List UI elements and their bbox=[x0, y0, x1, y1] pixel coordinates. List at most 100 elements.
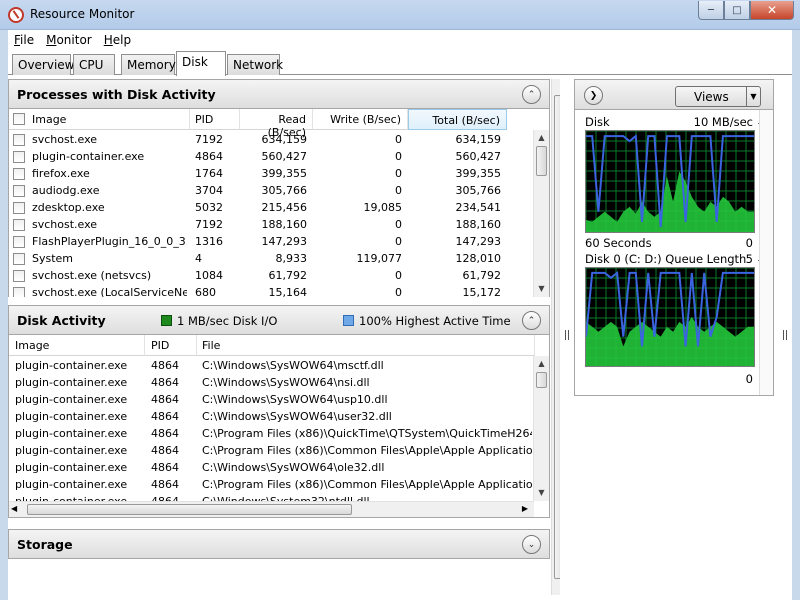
column-header-pid[interactable]: PID bbox=[190, 109, 240, 130]
row-checkbox[interactable] bbox=[13, 202, 25, 214]
table-cell: 305,766 bbox=[261, 184, 308, 197]
table-row[interactable]: svchost.exe (netsvcs) 1084 61,792 0 61,792 bbox=[9, 267, 536, 284]
row-checkbox[interactable] bbox=[13, 185, 25, 197]
pane-splitter[interactable] bbox=[560, 75, 574, 600]
table-cell: 61,792 bbox=[462, 269, 502, 282]
graph-io-fill bbox=[586, 317, 754, 366]
tab-cpu[interactable]: CPU bbox=[73, 54, 115, 75]
disk-activity-vscrollbar[interactable]: ▲ ▼ bbox=[533, 356, 549, 501]
tab-disk[interactable]: Disk bbox=[176, 51, 226, 76]
row-checkbox[interactable] bbox=[13, 253, 25, 265]
table-row[interactable]: svchost.exe (LocalServiceNet... 680 15,164… bbox=[9, 284, 536, 297]
table-cell: plugin-container.exe bbox=[15, 444, 128, 457]
table-row[interactable]: svchost.exe 7192 188,160 0 188,160 bbox=[9, 216, 536, 233]
scroll-up-arrow-icon[interactable]: ▲ bbox=[534, 130, 549, 146]
right-edge-splitter[interactable] bbox=[778, 75, 792, 600]
processes-section-title: Processes with Disk Activity bbox=[17, 87, 216, 102]
graphs-panel: ❯ Views ▼ Disk 10 MB/sec 60 Seconds 0 Di… bbox=[574, 79, 774, 396]
column-header-total[interactable]: Total (B/sec) bbox=[408, 109, 507, 130]
table-cell: 61,792 bbox=[268, 269, 308, 282]
table-cell: plugin-container.exe bbox=[15, 359, 128, 372]
minimize-button[interactable]: ─ bbox=[698, 1, 724, 20]
table-row[interactable]: plugin-container.exe 4864 C:\Program Files… bbox=[9, 476, 536, 493]
disk-activity-section-header[interactable]: Disk Activity 1 MB/sec Disk I/O 100% Hig… bbox=[8, 305, 550, 335]
table-row[interactable]: zdesktop.exe 5032 215,456 19,085 234,541 bbox=[9, 199, 536, 216]
table-cell: 4864 bbox=[195, 150, 223, 163]
table-cell: System bbox=[32, 252, 74, 265]
column-header-image[interactable]: Image bbox=[9, 109, 190, 130]
column-label: PID bbox=[151, 339, 170, 352]
chevron-up-icon: ⌃ bbox=[527, 315, 536, 326]
menu-help[interactable]: Help bbox=[104, 33, 131, 47]
table-cell: 0 bbox=[395, 150, 402, 163]
tab-label: CPU bbox=[79, 58, 104, 72]
table-row[interactable]: System 4 8,933 119,077 128,010 bbox=[9, 250, 536, 267]
column-header-write[interactable]: Write (B/sec) bbox=[313, 109, 408, 130]
table-row[interactable]: plugin-container.exe 4864 C:\Program Files… bbox=[9, 425, 536, 442]
table-row[interactable]: plugin-container.exe 4864 C:\Windows\SysWO… bbox=[9, 391, 536, 408]
views-button[interactable]: Views ▼ bbox=[675, 86, 761, 107]
maximize-button[interactable]: □ bbox=[724, 1, 750, 20]
collapse-processes-button[interactable]: ⌃ bbox=[522, 85, 541, 104]
expand-storage-button[interactable]: ⌄ bbox=[522, 535, 541, 554]
table-row[interactable]: plugin-container.exe 4864 560,427 0 560,427 bbox=[9, 148, 536, 165]
row-checkbox[interactable] bbox=[13, 134, 25, 146]
table-row[interactable]: plugin-container.exe 4864 C:\Windows\SysWO… bbox=[9, 357, 536, 374]
scroll-right-arrow-icon[interactable]: ▶ bbox=[522, 504, 528, 513]
scrollbar-thumb[interactable] bbox=[27, 504, 352, 515]
table-cell: plugin-container.exe bbox=[15, 393, 128, 406]
scrollbar-thumb[interactable] bbox=[536, 146, 547, 176]
row-checkbox[interactable] bbox=[13, 236, 25, 248]
table-row[interactable]: FlashPlayerPlugin_16_0_0_3... 1316 147,293… bbox=[9, 233, 536, 250]
dropdown-arrow-icon[interactable]: ▼ bbox=[746, 87, 760, 106]
table-cell: 4864 bbox=[151, 410, 179, 423]
menu-bar: File Monitor Help bbox=[8, 30, 792, 50]
menu-monitor[interactable]: Monitor bbox=[46, 33, 92, 47]
splitter-grip-icon bbox=[565, 330, 569, 340]
row-checkbox[interactable] bbox=[13, 287, 25, 297]
toggle-graphs-button[interactable]: ❯ bbox=[584, 86, 603, 105]
table-cell: C:\Program Files (x86)\Common Files\Appl… bbox=[202, 478, 532, 491]
scroll-left-arrow-icon[interactable]: ◀ bbox=[11, 504, 17, 513]
table-cell: zdesktop.exe bbox=[32, 201, 105, 214]
disk-graph-timespan: 60 Seconds bbox=[585, 236, 652, 250]
table-cell: 7192 bbox=[195, 218, 223, 231]
disk-activity-hscrollbar[interactable]: ◀ ▶ bbox=[9, 501, 534, 517]
row-checkbox[interactable] bbox=[13, 168, 25, 180]
scroll-down-arrow-icon[interactable]: ▼ bbox=[534, 281, 549, 297]
processes-scrollbar[interactable]: ▲ ▼ bbox=[533, 130, 549, 297]
queue-graph-scale: 5 bbox=[745, 252, 753, 266]
disk-graph-min: 0 bbox=[745, 236, 753, 250]
graphs-panel-header: ❯ Views ▼ bbox=[575, 80, 773, 110]
table-row[interactable]: audiodg.exe 3704 305,766 0 305,766 bbox=[9, 182, 536, 199]
row-checkbox[interactable] bbox=[13, 151, 25, 163]
row-checkbox[interactable] bbox=[13, 270, 25, 282]
column-header-file[interactable]: File bbox=[197, 335, 535, 356]
column-header-pid[interactable]: PID bbox=[145, 335, 197, 356]
close-button[interactable]: ✕ bbox=[750, 1, 794, 20]
graphs-scrollbar[interactable] bbox=[759, 110, 773, 395]
queue-graph-title: Disk 0 (C: D:) Queue Length bbox=[585, 252, 747, 266]
row-checkbox[interactable] bbox=[13, 219, 25, 231]
collapse-disk-activity-button[interactable]: ⌃ bbox=[522, 311, 541, 330]
table-row[interactable]: plugin-container.exe 4864 C:\Windows\SysWO… bbox=[9, 408, 536, 425]
queue-graph-min: 0 bbox=[745, 372, 753, 386]
table-row[interactable]: svchost.exe 7192 634,159 0 634,159 bbox=[9, 131, 536, 148]
table-cell: svchost.exe bbox=[32, 133, 98, 146]
table-row[interactable]: plugin-container.exe 4864 C:\Program Files… bbox=[9, 442, 536, 459]
scrollbar-thumb[interactable] bbox=[536, 372, 547, 388]
table-row[interactable]: firefox.exe 1764 399,355 0 399,355 bbox=[9, 165, 536, 182]
scroll-up-arrow-icon[interactable]: ▲ bbox=[534, 356, 549, 372]
processes-section-header[interactable]: Processes with Disk Activity ⌃ bbox=[8, 79, 550, 109]
select-all-checkbox[interactable] bbox=[13, 113, 25, 125]
tab-network[interactable]: Network bbox=[227, 54, 283, 75]
tab-overview[interactable]: Overview bbox=[12, 54, 75, 75]
tab-memory[interactable]: Memory bbox=[121, 54, 176, 75]
table-row[interactable]: plugin-container.exe 4864 C:\Windows\SysWO… bbox=[9, 459, 536, 476]
menu-file[interactable]: File bbox=[14, 33, 34, 47]
column-header-image[interactable]: Image bbox=[9, 335, 145, 356]
scroll-down-arrow-icon[interactable]: ▼ bbox=[534, 485, 549, 501]
storage-section-header[interactable]: Storage ⌄ bbox=[8, 529, 550, 559]
table-row[interactable]: plugin-container.exe 4864 C:\Windows\SysWO… bbox=[9, 374, 536, 391]
column-header-read[interactable]: Read (B/sec) bbox=[240, 109, 313, 139]
